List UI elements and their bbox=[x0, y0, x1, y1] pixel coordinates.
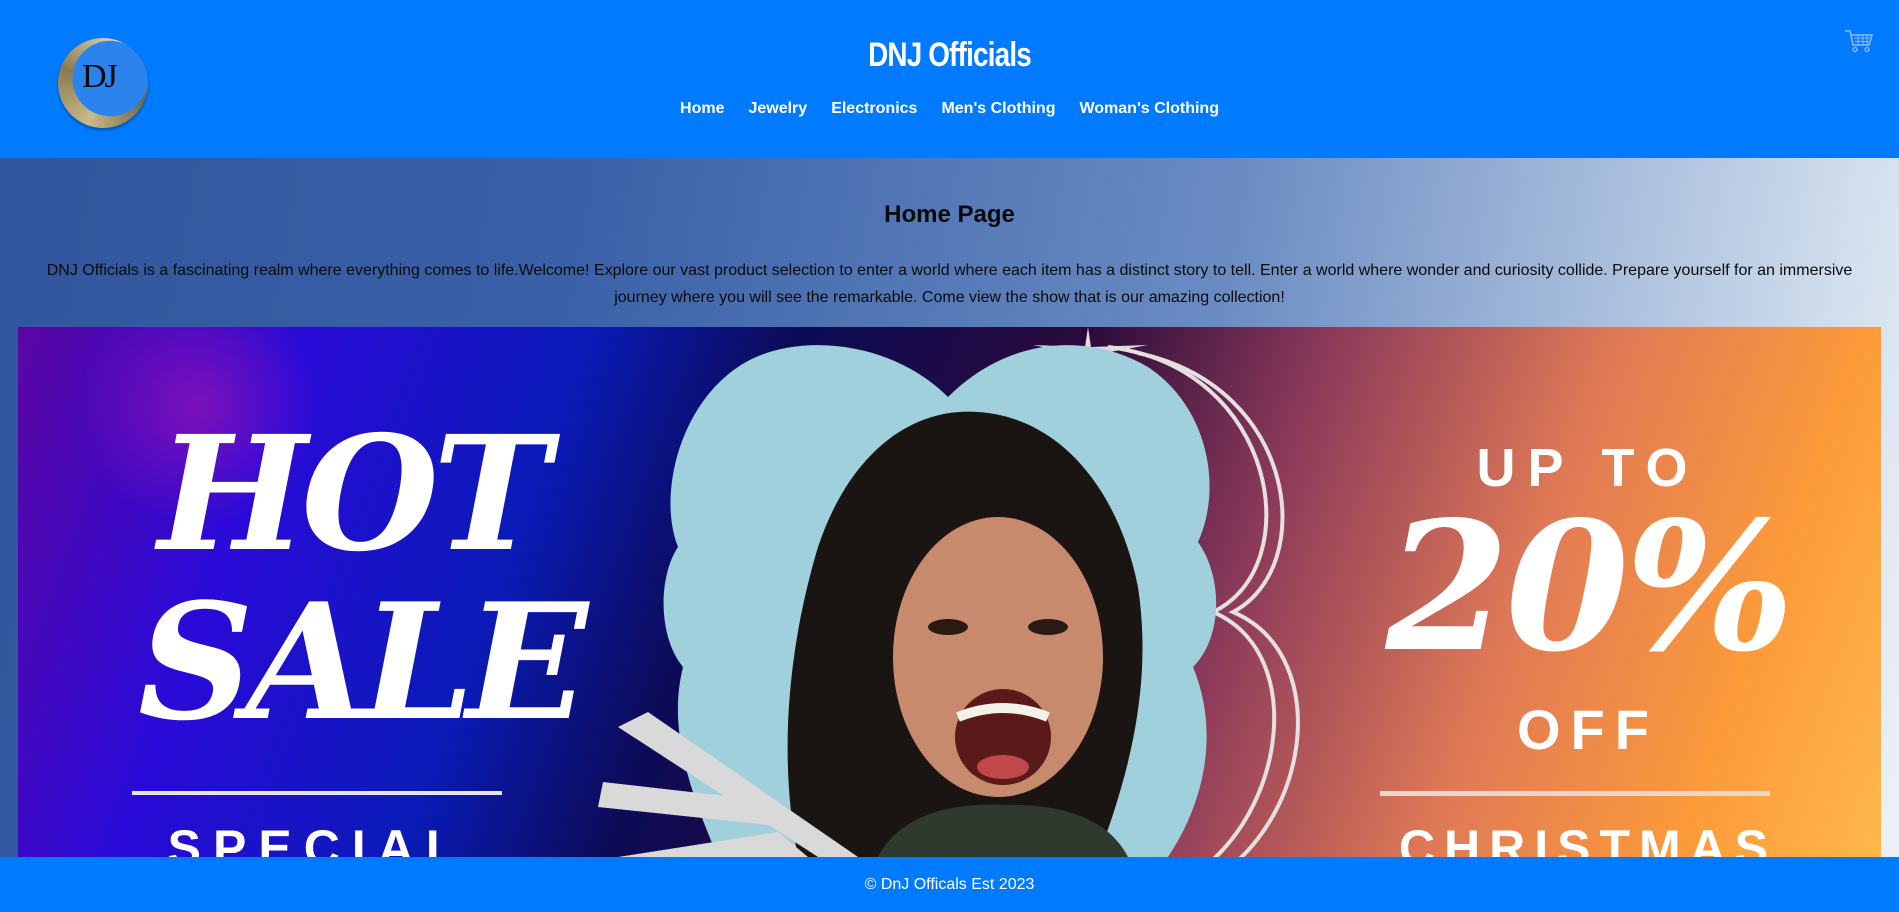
logo-text: DJ bbox=[82, 58, 118, 95]
sale-banner: HOT SALE SPECIAL OFFER UP TO 20% OFF CHR… bbox=[18, 327, 1881, 857]
special-offer-text: SPECIAL OFFER bbox=[167, 820, 469, 857]
discount-percent: 20% bbox=[1385, 482, 1795, 691]
divider bbox=[132, 791, 502, 795]
nav-home[interactable]: Home bbox=[680, 100, 724, 118]
intro-text: DNJ Officials is a fascinating realm whe… bbox=[46, 262, 1853, 306]
nav-jewelry[interactable]: Jewelry bbox=[748, 100, 807, 118]
nav-mens-clothing[interactable]: Men's Clothing bbox=[941, 100, 1055, 118]
site-header: DJ DNJ Officials Home Jewelry Electronic… bbox=[0, 0, 1899, 158]
off-text: OFF bbox=[1517, 698, 1659, 761]
christmas-offer-text: CHRISTMAS OFFER bbox=[1398, 820, 1778, 857]
sale-text: SALE bbox=[138, 568, 588, 756]
footer-copyright: © DnJ Officals Est 2023 bbox=[864, 876, 1035, 893]
nav-womans-clothing[interactable]: Woman's Clothing bbox=[1079, 100, 1219, 118]
hot-text: HOT bbox=[158, 402, 551, 587]
site-title: DNJ Officials bbox=[868, 36, 1032, 74]
divider bbox=[1380, 791, 1770, 796]
nav-electronics[interactable]: Electronics bbox=[831, 100, 917, 118]
page-title: Home Page bbox=[884, 201, 1015, 228]
shopping-cart-icon[interactable] bbox=[1844, 28, 1874, 54]
main-nav: Home Jewelry Electronics Men's Clothing … bbox=[0, 100, 1899, 118]
site-footer: © DnJ Officals Est 2023 bbox=[0, 857, 1899, 912]
